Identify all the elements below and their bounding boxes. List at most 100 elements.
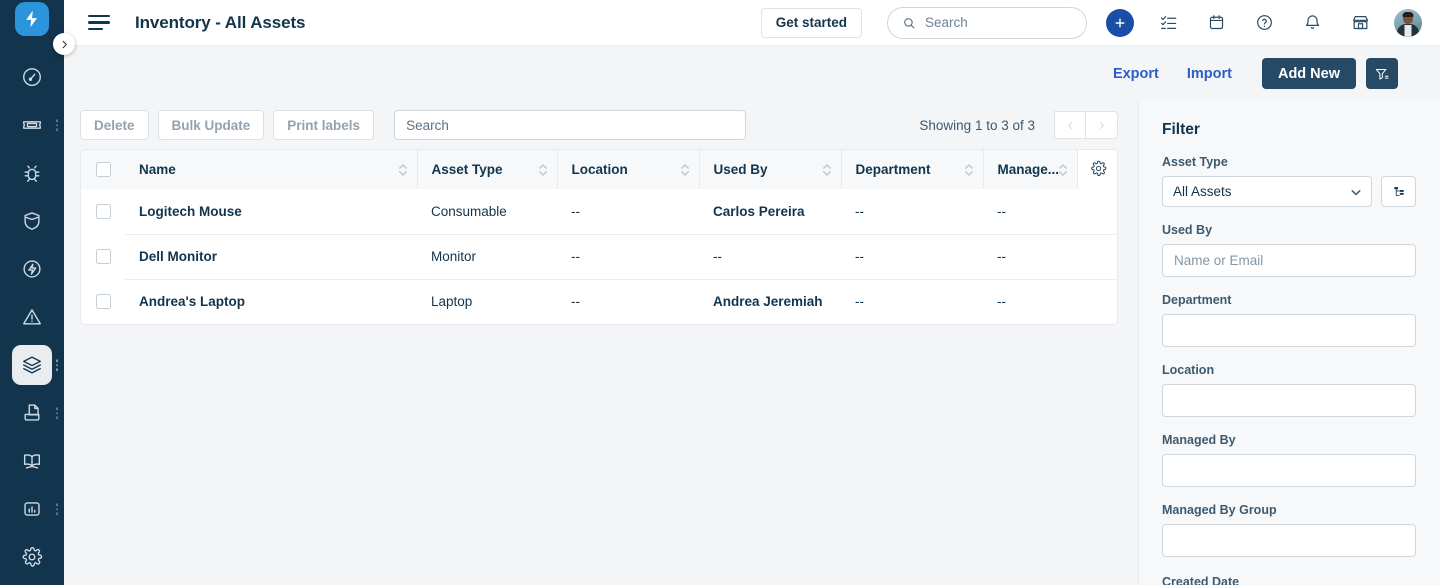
cell-spacer <box>1077 189 1118 234</box>
assets-list-panel: Delete Bulk Update Print labels Showing … <box>80 101 1118 585</box>
filter-panel-title: Filter <box>1162 121 1416 139</box>
filter-created-date-label: Created Date <box>1162 575 1239 585</box>
get-started-button[interactable]: Get started <box>761 8 862 38</box>
cell-name: Dell Monitor <box>125 234 417 279</box>
column-header-location[interactable]: Location <box>557 150 699 189</box>
sidebar-item-contracts[interactable] <box>0 389 64 437</box>
cell-name: Logitech Mouse <box>125 189 417 234</box>
notifications-button[interactable] <box>1298 9 1326 37</box>
sidebar-item-analytics[interactable] <box>0 485 64 533</box>
row-checkbox[interactable] <box>96 204 111 219</box>
table-row[interactable]: Logitech Mouse Consumable -- Carlos Pere… <box>81 189 1118 234</box>
calendar-button[interactable] <box>1202 9 1230 37</box>
table-search-input[interactable] <box>394 110 746 140</box>
filter-asset-type-group: Asset Type All Assets <box>1162 155 1416 207</box>
filter-managed-by-group-input[interactable] <box>1162 524 1416 557</box>
filter-toggle-button[interactable] <box>1366 58 1398 89</box>
filter-used-by-input[interactable] <box>1162 244 1416 277</box>
print-labels-button[interactable]: Print labels <box>273 110 374 140</box>
filter-used-by-label: Used By <box>1162 223 1416 237</box>
cell-location: -- <box>557 279 699 324</box>
column-label: Location <box>572 162 628 177</box>
avatar-shirt <box>1405 25 1412 37</box>
marketplace-icon <box>1351 13 1370 32</box>
filter-asset-type-select[interactable]: All Assets <box>1162 176 1372 207</box>
row-checkbox[interactable] <box>96 294 111 309</box>
sidebar-item-tickets-menu-icon[interactable] <box>54 116 61 134</box>
sidebar-collapse-toggle[interactable] <box>53 33 75 55</box>
sort-arrows-icon[interactable] <box>681 164 689 176</box>
delete-button[interactable]: Delete <box>80 110 149 140</box>
cell-spacer <box>1077 234 1118 279</box>
export-button[interactable]: Export <box>1113 66 1159 82</box>
create-new-button[interactable] <box>1106 9 1134 37</box>
gear-icon <box>21 546 43 568</box>
help-button[interactable] <box>1250 9 1278 37</box>
bulk-update-button[interactable]: Bulk Update <box>158 110 265 140</box>
hierarchy-icon <box>1392 185 1406 199</box>
ticket-icon <box>21 114 43 136</box>
sidebar-item-contracts-menu-icon[interactable] <box>54 404 61 422</box>
top-bar: Inventory - All Assets Get started <box>64 0 1440 46</box>
column-settings-button[interactable] <box>1077 150 1118 189</box>
search-icon <box>902 16 916 30</box>
column-header-managed-by[interactable]: Manage... <box>983 150 1077 189</box>
column-header-asset-type[interactable]: Asset Type <box>417 150 557 189</box>
filter-department-label: Department <box>1162 293 1416 307</box>
sidebar-item-dashboard[interactable] <box>0 53 64 101</box>
filter-panel: Filter Asset Type All Assets Used By <box>1138 101 1440 585</box>
tasks-button[interactable] <box>1154 9 1182 37</box>
next-page-button[interactable] <box>1086 111 1118 139</box>
bell-icon <box>1303 13 1322 32</box>
column-header-name[interactable]: Name <box>125 150 417 189</box>
prev-page-button[interactable] <box>1054 111 1086 139</box>
marketplace-button[interactable] <box>1346 9 1374 37</box>
global-search-input[interactable] <box>925 15 1065 30</box>
sidebar-item-problems[interactable] <box>0 149 64 197</box>
user-avatar[interactable] <box>1394 9 1422 37</box>
select-all-checkbox[interactable] <box>96 162 111 177</box>
left-nav-rail <box>0 0 64 585</box>
global-search[interactable] <box>887 7 1087 39</box>
filter-managed-by-input[interactable] <box>1162 454 1416 487</box>
table-row[interactable]: Andrea's Laptop Laptop -- Andrea Jeremia… <box>81 279 1118 324</box>
sort-arrows-icon[interactable] <box>823 164 831 176</box>
column-label: Manage... <box>998 162 1060 177</box>
table-row[interactable]: Dell Monitor Monitor -- -- -- -- <box>81 234 1118 279</box>
sidebar-item-changes[interactable] <box>0 197 64 245</box>
sidebar-item-analytics-menu-icon[interactable] <box>54 500 61 518</box>
sort-arrows-icon[interactable] <box>539 164 547 176</box>
filter-location-input[interactable] <box>1162 384 1416 417</box>
sidebar-item-admin[interactable] <box>0 533 64 581</box>
sidebar-item-assets[interactable] <box>0 341 64 389</box>
cell-managed-by: -- <box>983 234 1077 279</box>
app-logo[interactable] <box>15 2 49 36</box>
row-checkbox[interactable] <box>96 249 111 264</box>
sidebar-item-releases[interactable] <box>0 245 64 293</box>
column-header-used-by[interactable]: Used By <box>699 150 841 189</box>
sort-arrows-icon[interactable] <box>965 164 973 176</box>
sidebar-item-incidents[interactable] <box>0 293 64 341</box>
sidebar-item-assets-menu-icon[interactable] <box>54 356 61 374</box>
filter-asset-type-label: Asset Type <box>1162 155 1416 169</box>
filter-department-input[interactable] <box>1162 314 1416 347</box>
sort-arrows-icon[interactable] <box>1059 164 1067 176</box>
filter-used-by-group: Used By <box>1162 223 1416 277</box>
table-toolbar: Delete Bulk Update Print labels Showing … <box>80 101 1118 149</box>
sort-arrows-icon[interactable] <box>399 164 407 176</box>
column-header-department[interactable]: Department <box>841 150 983 189</box>
document-inbox-icon <box>21 402 43 424</box>
add-new-button[interactable]: Add New <box>1262 58 1356 89</box>
plus-icon <box>1113 16 1127 30</box>
row-select-cell <box>81 234 125 279</box>
bar-chart-icon <box>21 498 43 520</box>
filter-hierarchy-button[interactable] <box>1381 176 1416 207</box>
sidebar-item-tickets[interactable] <box>0 101 64 149</box>
sidebar-item-knowledge-base[interactable] <box>0 437 64 485</box>
gauge-icon <box>21 66 43 88</box>
tasks-icon <box>1159 13 1178 32</box>
column-label: Department <box>856 162 931 177</box>
pagination: Showing 1 to 3 of 3 <box>919 111 1118 139</box>
import-button[interactable]: Import <box>1187 66 1232 82</box>
hamburger-icon[interactable] <box>88 15 110 30</box>
